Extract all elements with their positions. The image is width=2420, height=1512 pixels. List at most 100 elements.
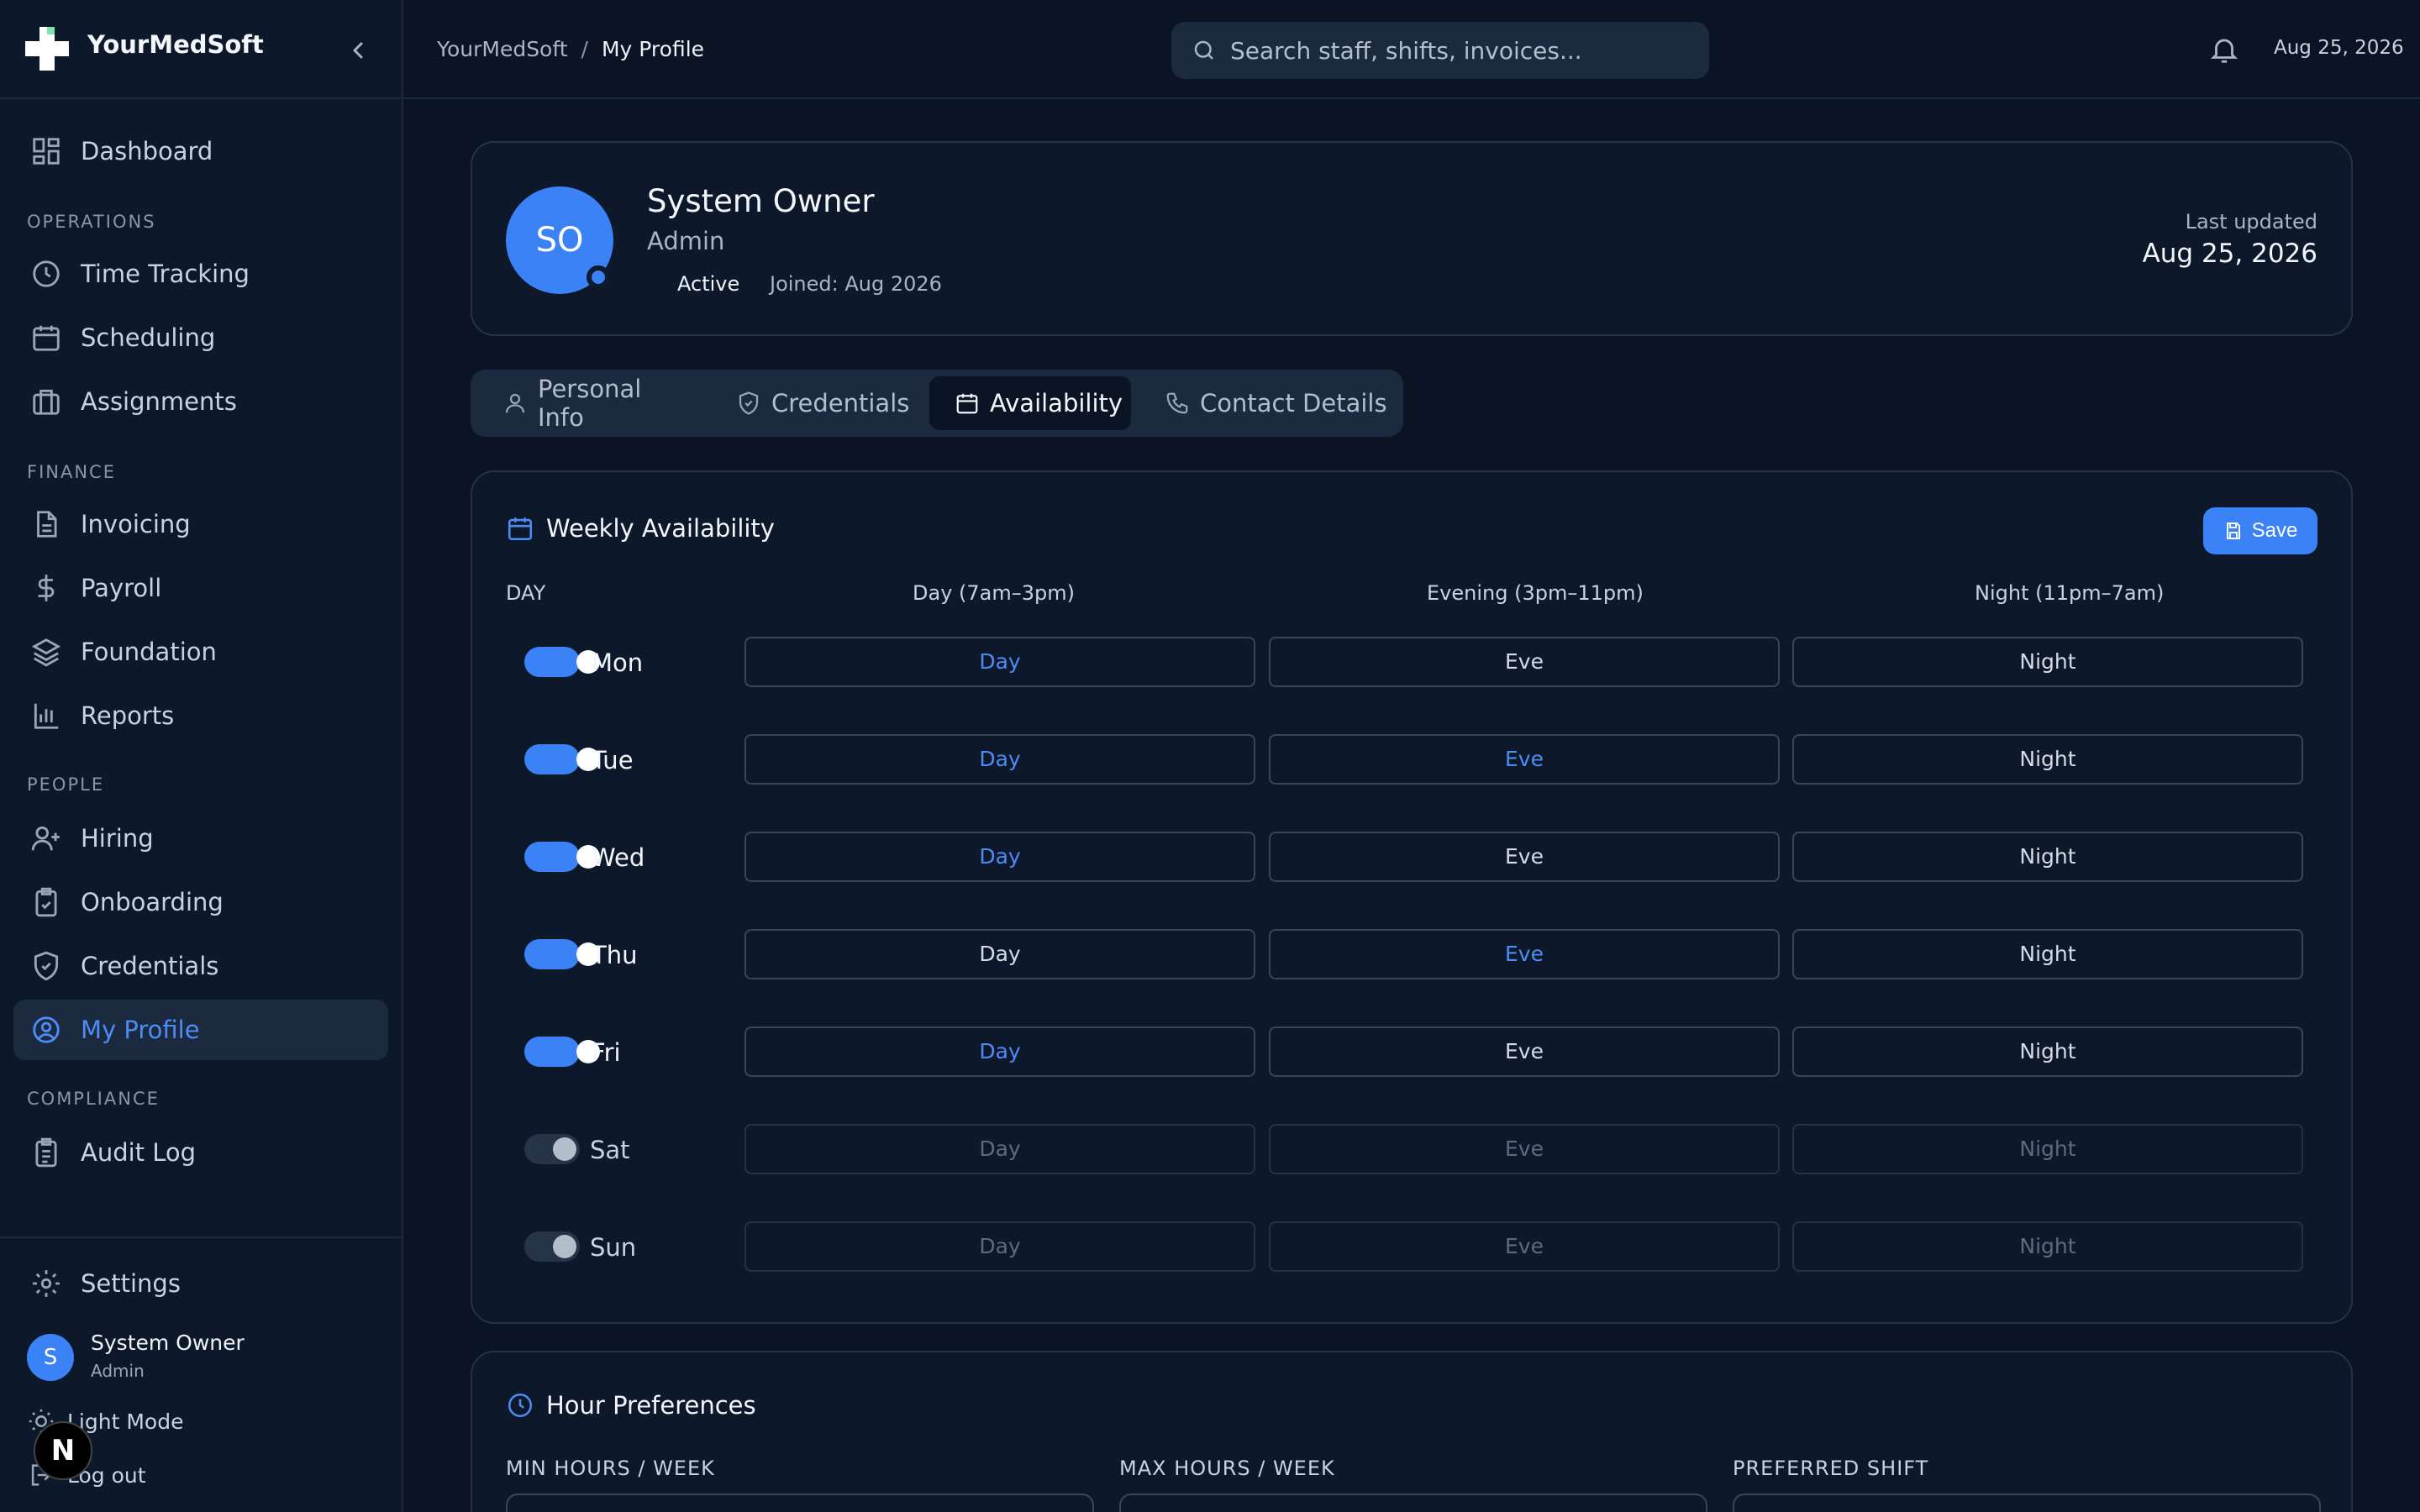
clock-icon [506,1391,534,1420]
search-input[interactable] [1230,36,1701,65]
sidebar-item-time-tracking[interactable]: Time Tracking [13,244,388,304]
column-header-day: DAY [506,581,546,605]
shield-icon [736,391,761,416]
slot-day[interactable]: Day [744,1221,1255,1272]
tab-availability[interactable]: Availability [929,376,1131,430]
brand-name: YourMedSoft [87,30,264,59]
chevron-left-icon[interactable] [345,37,371,64]
sidebar-item-foundation[interactable]: Foundation [13,622,388,682]
slot-evening[interactable]: Eve [1269,832,1780,882]
column-header-day-shift: Day (7am–3pm) [913,581,1075,605]
calendar-icon [955,391,980,416]
availability-title-text: Weekly Availability [546,514,775,543]
sidebar-item-dashboard[interactable]: Dashboard [13,121,388,181]
sidebar-item-label: Dashboard [81,137,213,165]
slot-night[interactable]: Night [1792,1221,2303,1272]
header-date: Aug 25, 2026 [2274,37,2404,59]
save-icon [2223,521,2244,541]
day-toggle[interactable] [524,1037,600,1067]
day-toggle[interactable] [524,647,600,677]
slot-day[interactable]: Day [744,1124,1255,1174]
profile-role: Admin [647,227,725,255]
availability-row-fri: Fri Day Eve Night [472,1026,2354,1077]
sidebar-item-payroll[interactable]: Payroll [13,558,388,618]
section-compliance: COMPLIANCE [27,1089,160,1109]
medical-cross-logo-icon [22,24,72,74]
sidebar-item-settings[interactable]: Settings [13,1253,388,1314]
slot-night[interactable]: Night [1792,1026,2303,1077]
tab-contact-details[interactable]: Contact Details [1165,376,1392,430]
sidebar-item-label: Credentials [81,952,219,980]
sidebar-item-onboarding[interactable]: Onboarding [13,872,388,932]
breadcrumb-root[interactable]: YourMedSoft [437,37,568,61]
brand-bar: YourMedSoft [0,0,402,99]
day-toggle[interactable] [524,1231,580,1262]
save-button[interactable]: Save [2203,507,2317,554]
slot-day[interactable]: Day [744,734,1255,785]
user-circle-icon [30,1014,62,1046]
sidebar-item-invoicing[interactable]: Invoicing [13,494,388,554]
sidebar-item-label: Hiring [81,824,154,853]
sidebar-item-hiring[interactable]: Hiring [13,808,388,869]
profile-name: System Owner [647,183,875,219]
sidebar-item-label: Assignments [81,387,237,416]
slot-evening[interactable]: Eve [1269,1026,1780,1077]
availability-title: Weekly Availability [506,514,775,543]
day-toggle[interactable] [524,842,600,872]
slot-evening[interactable]: Eve [1269,637,1780,687]
status-dot [587,265,610,289]
search-icon [1192,38,1217,63]
slot-night[interactable]: Night [1792,637,2303,687]
sidebar-item-scheduling[interactable]: Scheduling [13,307,388,368]
save-label: Save [2251,519,2298,542]
day-label: Fri [592,1038,621,1067]
slot-day[interactable]: Day [744,832,1255,882]
availability-row-tue: Tue Day Eve Night [472,734,2354,785]
availability-row-thu: Thu Day Eve Night [472,929,2354,979]
sidebar-item-assignments[interactable]: Assignments [13,371,388,432]
bell-icon[interactable] [2208,34,2240,66]
top-header: YourMedSoft / My Profile Aug 25, 2026 [403,0,2420,99]
slot-night[interactable]: Night [1792,734,2303,785]
weekly-availability-card: Weekly Availability Save DAY Day (7am–3p… [471,470,2353,1324]
dev-tools-badge[interactable]: N [34,1421,92,1480]
search-box[interactable] [1171,22,1709,79]
day-toggle[interactable] [524,1134,580,1164]
breadcrumb-current: My Profile [601,37,705,61]
day-toggle[interactable] [524,939,600,969]
availability-row-sun: Sun Day Eve Night [472,1221,2354,1272]
section-finance: FINANCE [27,462,116,482]
slot-night[interactable]: Night [1792,929,2303,979]
slot-evening[interactable]: Eve [1269,1221,1780,1272]
sidebar-item-credentials[interactable]: Credentials [13,936,388,996]
sidebar-item-my-profile[interactable]: My Profile [13,1000,388,1060]
slot-day[interactable]: Day [744,637,1255,687]
max-hours-input[interactable] [1119,1494,1707,1512]
sidebar-item-label: Payroll [81,574,162,602]
slot-night[interactable]: Night [1792,1124,2303,1174]
tab-personal-info[interactable]: Personal Info [502,375,691,432]
slot-day[interactable]: Day [744,1026,1255,1077]
day-toggle[interactable] [524,744,600,774]
sidebar-item-audit-log[interactable]: Audit Log [13,1122,388,1183]
sidebar-item-label: Onboarding [81,888,224,916]
avatar[interactable]: S [27,1334,74,1381]
clock-icon [30,258,62,290]
day-label: Mon [592,648,644,677]
calendar-icon [506,514,534,543]
clipboard-check-icon [30,886,62,918]
slot-evening[interactable]: Eve [1269,929,1780,979]
section-people: PEOPLE [27,774,105,795]
slot-evening[interactable]: Eve [1269,1124,1780,1174]
slot-night[interactable]: Night [1792,832,2303,882]
sidebar-item-reports[interactable]: Reports [13,685,388,746]
sidebar-item-label: Audit Log [81,1138,197,1167]
slot-day[interactable]: Day [744,929,1255,979]
tab-credentials[interactable]: Credentials [736,376,913,430]
slot-evening[interactable]: Eve [1269,734,1780,785]
min-hours-input[interactable] [506,1494,1094,1512]
sidebar-item-label: Invoicing [81,510,191,538]
column-header-night-shift: Night (11pm–7am) [1975,581,2165,605]
preferred-shift-select[interactable] [1733,1494,2321,1512]
sidebar-item-label: Foundation [81,638,217,666]
